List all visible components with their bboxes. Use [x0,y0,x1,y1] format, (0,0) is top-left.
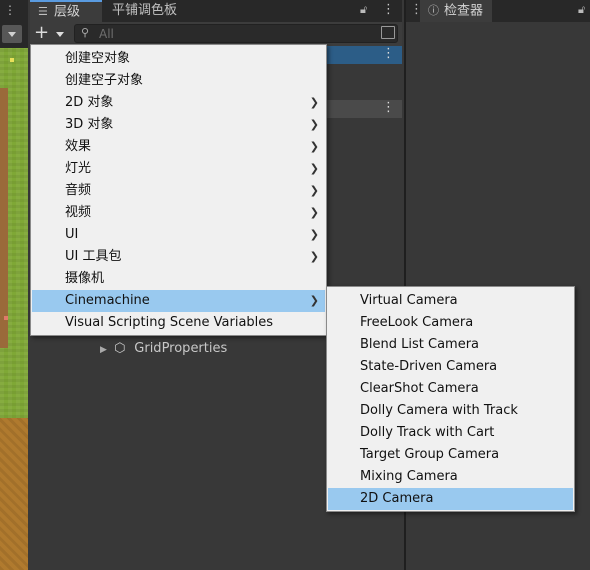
hierarchy-icon: ☰ [38,5,48,18]
scene-view-image [0,48,28,570]
hierarchy-tabbar: ☰ 层级 平铺调色板 🔓︎ ⋮ [30,0,402,22]
menu-item-label: 2D 对象 [65,95,114,110]
submenu-item-freelook-camera[interactable]: FreeLook Camera [328,312,573,334]
menu-item-label: 摄像机 [65,271,105,286]
menu-item-ui[interactable]: UI ❯ [32,224,325,246]
menu-dots-icon[interactable]: ⋮ [382,2,395,18]
menu-item-label: UI 工具包 [65,249,122,264]
hierarchy-item-gridproperties[interactable]: ▶ ⬡ GridProperties [100,339,227,359]
submenu-item-state-driven-camera[interactable]: State-Driven Camera [328,356,573,378]
submenu-item-2d-camera[interactable]: 2D Camera [328,488,573,510]
submenu-item-label: Virtual Camera [360,293,458,308]
inspector-info-icon: ⓘ [428,4,439,17]
menu-item-label: 视频 [65,205,92,220]
menu-item-label: 3D 对象 [65,117,114,132]
submenu-arrow-icon: ❯ [309,162,319,175]
submenu-item-virtual-camera[interactable]: Virtual Camera [328,290,573,312]
submenu-arrow-icon: ❯ [309,250,319,263]
search-icon: ⚲ [81,26,90,39]
inspector-tabbar: ⋮ ⓘ 检查器 🔓︎ [406,0,590,22]
menu-item-effects[interactable]: 效果 ❯ [32,136,325,158]
search-input[interactable] [99,25,349,42]
cinemachine-submenu: Virtual Camera FreeLook Camera Blend Lis… [326,286,575,512]
submenu-item-mixing-camera[interactable]: Mixing Camera [328,466,573,488]
scene-dropdown-button[interactable] [2,25,22,43]
menu-item-label: 效果 [65,139,92,154]
menu-item-visual-scripting-scene-variables[interactable]: Visual Scripting Scene Variables [32,312,325,334]
tab-tile-palette[interactable]: 平铺调色板 [104,0,185,22]
menu-item-camera[interactable]: 摄像机 [32,268,325,290]
menu-item-label: Cinemachine [65,293,150,308]
menu-item-label: 灯光 [65,161,92,176]
submenu-arrow-icon: ❯ [309,140,319,153]
menu-item-create-empty-child[interactable]: 创建空子对象 [32,70,325,92]
tab-inspector-label: 检查器 [444,3,484,19]
submenu-arrow-icon: ❯ [309,184,319,197]
gameobject-cube-icon: ⬡ [114,341,126,356]
submenu-item-label: Mixing Camera [360,469,458,484]
menu-item-3d-object[interactable]: 3D 对象 ❯ [32,114,325,136]
submenu-arrow-icon: ❯ [309,228,319,241]
tab-hierarchy[interactable]: ☰ 层级 [30,0,102,22]
submenu-item-dolly-track-with-cart[interactable]: Dolly Track with Cart [328,422,573,444]
create-context-menu: 创建空对象 创建空子对象 2D 对象 ❯ 3D 对象 ❯ 效果 ❯ 灯光 ❯ 音频 ❯ 视… [30,44,327,336]
menu-item-label: 音频 [65,183,92,198]
submenu-arrow-icon: ❯ [309,294,319,307]
scene-row-menu-dots-icon[interactable]: ⋮ [382,46,395,61]
create-plus-button[interactable]: + [34,24,68,44]
submenu-item-label: State-Driven Camera [360,359,498,374]
submenu-item-clearshot-camera[interactable]: ClearShot Camera [328,378,573,400]
scene-view-edge: ⋮ [0,0,28,570]
menu-item-label: 创建空子对象 [65,73,144,88]
menu-item-video[interactable]: 视频 ❯ [32,202,325,224]
submenu-arrow-icon: ❯ [309,206,319,219]
plus-icon: + [34,22,50,43]
menu-item-light[interactable]: 灯光 ❯ [32,158,325,180]
submenu-item-dolly-camera-with-track[interactable]: Dolly Camera with Track [328,400,573,422]
submenu-item-blend-list-camera[interactable]: Blend List Camera [328,334,573,356]
submenu-item-label: 2D Camera [360,491,434,506]
submenu-item-label: Target Group Camera [360,447,500,462]
menu-item-2d-object[interactable]: 2D 对象 ❯ [32,92,325,114]
header-row-menu-dots-icon[interactable]: ⋮ [382,100,395,115]
search-box: ⚲ [74,24,398,43]
submenu-item-label: Blend List Camera [360,337,480,352]
menu-item-label: 创建空对象 [65,51,131,66]
menu-item-label: UI [65,227,79,242]
menu-item-label: Visual Scripting Scene Variables [65,315,274,330]
menu-item-cinemachine[interactable]: Cinemachine ❯ [32,290,325,312]
submenu-item-target-group-camera[interactable]: Target Group Camera [328,444,573,466]
expand-triangle-icon[interactable]: ▶ [100,340,110,360]
tab-hierarchy-label: 层级 [54,4,81,20]
submenu-item-label: Dolly Camera with Track [360,403,518,418]
submenu-arrow-icon: ❯ [309,96,319,109]
submenu-item-label: FreeLook Camera [360,315,474,330]
tab-inspector[interactable]: ⓘ 检查器 [420,0,492,22]
menu-item-create-empty[interactable]: 创建空对象 [32,48,325,70]
gridproperties-label: GridProperties [134,341,228,356]
submenu-arrow-icon: ❯ [309,118,319,131]
submenu-item-label: Dolly Track with Cart [360,425,495,440]
scene-menu-dots-icon[interactable]: ⋮ [4,4,16,16]
filter-icon[interactable] [381,26,395,39]
lock-icon[interactable]: 🔓︎ [360,3,372,17]
menu-item-audio[interactable]: 音频 ❯ [32,180,325,202]
menu-item-ui-toolkit[interactable]: UI 工具包 ❯ [32,246,325,268]
chevron-down-icon [56,32,64,37]
inspector-lock-icon[interactable]: 🔓︎ [578,3,585,17]
submenu-item-label: ClearShot Camera [360,381,479,396]
